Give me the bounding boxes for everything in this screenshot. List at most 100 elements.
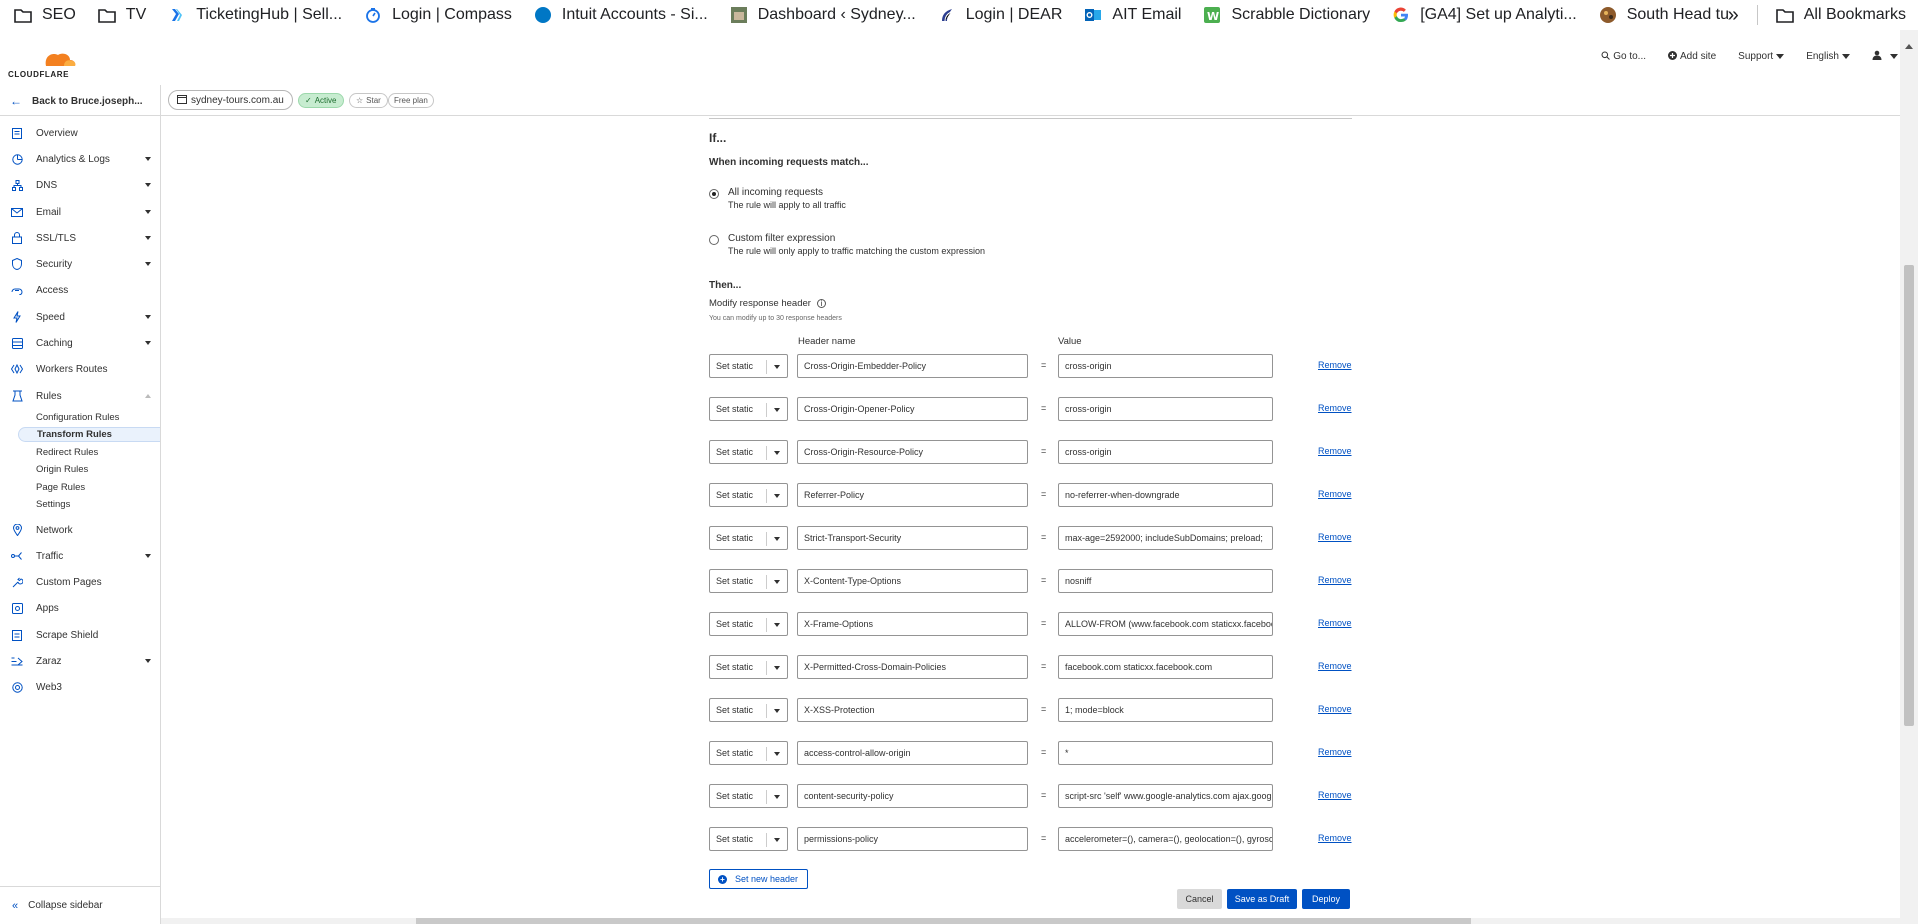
operation-select[interactable]: Set static bbox=[709, 569, 788, 593]
header-value-input[interactable]: facebook.com staticxx.facebook.com bbox=[1058, 655, 1273, 679]
operation-select[interactable]: Set static bbox=[709, 655, 788, 679]
deploy-button[interactable]: Deploy bbox=[1302, 889, 1350, 909]
header-name-input[interactable]: Cross-Origin-Embedder-Policy bbox=[797, 354, 1028, 378]
sidebar-item-ssl-tls[interactable]: SSL/TLS bbox=[0, 228, 160, 248]
header-name-input[interactable]: permissions-policy bbox=[797, 827, 1028, 851]
sidebar-subitem-origin-rules[interactable]: Origin Rules bbox=[18, 462, 160, 477]
operation-select[interactable]: Set static bbox=[709, 784, 788, 808]
operation-select[interactable]: Set static bbox=[709, 741, 788, 765]
sidebar-item-traffic[interactable]: Traffic bbox=[0, 546, 160, 566]
bookmark-compass[interactable]: Login | Compass bbox=[364, 6, 512, 24]
header-value-input[interactable]: ALLOW-FROM (www.facebook.com staticxx.fa… bbox=[1058, 612, 1273, 636]
bookmarks-overflow-button[interactable]: » bbox=[1728, 4, 1739, 27]
sidebar-subitem-configuration-rules[interactable]: Configuration Rules bbox=[18, 410, 160, 425]
sidebar-item-caching[interactable]: Caching bbox=[0, 333, 160, 353]
bookmark-ait-email[interactable]: AIT Email bbox=[1084, 6, 1181, 24]
sidebar-item-network[interactable]: Network bbox=[0, 520, 160, 540]
remove-header-link[interactable]: Remove bbox=[1318, 704, 1352, 714]
sidebar-item-security[interactable]: Security bbox=[0, 254, 160, 274]
bookmark-dashboard[interactable]: Dashboard ‹ Sydney... bbox=[730, 6, 916, 24]
sidebar-item-analytics[interactable]: Analytics & Logs bbox=[0, 149, 160, 169]
scroll-up-arrow-icon[interactable] bbox=[1905, 44, 1913, 49]
sidebar-item-zaraz[interactable]: Zaraz bbox=[0, 651, 160, 671]
goto-button[interactable]: Go to... bbox=[1601, 51, 1646, 63]
domain-selector[interactable]: sydney-tours.com.au bbox=[168, 90, 293, 110]
operation-select[interactable]: Set static bbox=[709, 827, 788, 851]
header-value-input[interactable]: accelerometer=(), camera=(), geolocation… bbox=[1058, 827, 1273, 851]
remove-header-link[interactable]: Remove bbox=[1318, 747, 1352, 757]
info-icon[interactable]: i bbox=[816, 299, 826, 308]
remove-header-link[interactable]: Remove bbox=[1318, 403, 1352, 413]
sidebar-item-dns[interactable]: DNS bbox=[0, 175, 160, 195]
operation-select[interactable]: Set static bbox=[709, 526, 788, 550]
header-name-input[interactable]: access-control-allow-origin bbox=[797, 741, 1028, 765]
header-name-input[interactable]: Cross-Origin-Resource-Policy bbox=[797, 440, 1028, 464]
bookmark-ga4[interactable]: [GA4] Set up Analyti... bbox=[1392, 6, 1577, 24]
sidebar-item-overview[interactable]: Overview bbox=[0, 123, 160, 143]
sidebar-item-workers-routes[interactable]: Workers Routes bbox=[0, 359, 160, 379]
header-value-input[interactable]: nosniff bbox=[1058, 569, 1273, 593]
remove-header-link[interactable]: Remove bbox=[1318, 790, 1352, 800]
star-button[interactable]: ☆ Star bbox=[349, 93, 388, 108]
sidebar-item-scrape-shield[interactable]: Scrape Shield bbox=[0, 625, 160, 645]
header-value-input[interactable]: cross-origin bbox=[1058, 440, 1273, 464]
radio-all-incoming-requests[interactable]: All incoming requests The rule will appl… bbox=[709, 187, 846, 210]
header-value-input[interactable]: 1; mode=block bbox=[1058, 698, 1273, 722]
sidebar-item-email[interactable]: Email bbox=[0, 202, 160, 222]
sidebar-item-speed[interactable]: Speed bbox=[0, 307, 160, 327]
sidebar-item-apps[interactable]: Apps bbox=[0, 598, 160, 618]
header-name-input[interactable]: X-Frame-Options bbox=[797, 612, 1028, 636]
remove-header-link[interactable]: Remove bbox=[1318, 575, 1352, 585]
set-new-header-button[interactable]: + Set new header bbox=[709, 869, 808, 889]
sidebar-subitem-redirect-rules[interactable]: Redirect Rules bbox=[18, 445, 160, 460]
header-value-input[interactable]: cross-origin bbox=[1058, 354, 1273, 378]
language-dropdown[interactable]: English bbox=[1806, 51, 1850, 62]
header-value-input[interactable]: * bbox=[1058, 741, 1273, 765]
bookmark-intuit[interactable]: Intuit Accounts - Si... bbox=[534, 6, 708, 24]
cancel-button[interactable]: Cancel bbox=[1177, 889, 1222, 909]
back-to-account-link[interactable]: ← Back to Bruce.joseph... bbox=[10, 94, 143, 108]
horizontal-scrollbar[interactable] bbox=[161, 918, 1900, 924]
header-name-input[interactable]: Referrer-Policy bbox=[797, 483, 1028, 507]
radio-custom-filter-expression[interactable]: Custom filter expression The rule will o… bbox=[709, 233, 985, 256]
remove-header-link[interactable]: Remove bbox=[1318, 360, 1352, 370]
sidebar-item-rules[interactable]: Rules bbox=[0, 386, 160, 406]
operation-select[interactable]: Set static bbox=[709, 483, 788, 507]
sidebar-subitem-transform-rules[interactable]: Transform Rules bbox=[18, 427, 160, 442]
all-bookmarks-button[interactable]: All Bookmarks bbox=[1804, 6, 1906, 24]
bookmark-dear[interactable]: Login | DEAR bbox=[938, 6, 1062, 24]
operation-select[interactable]: Set static bbox=[709, 440, 788, 464]
vertical-scrollbar-thumb[interactable] bbox=[1904, 265, 1914, 726]
header-name-input[interactable]: content-security-policy bbox=[797, 784, 1028, 808]
plan-badge[interactable]: Free plan bbox=[388, 93, 434, 108]
operation-select[interactable]: Set static bbox=[709, 612, 788, 636]
sidebar-item-custom-pages[interactable]: Custom Pages bbox=[0, 572, 160, 592]
remove-header-link[interactable]: Remove bbox=[1318, 489, 1352, 499]
sidebar-item-web3[interactable]: Web3 bbox=[0, 677, 160, 697]
header-name-input[interactable]: Cross-Origin-Opener-Policy bbox=[797, 397, 1028, 421]
operation-select[interactable]: Set static bbox=[709, 397, 788, 421]
collapse-sidebar-button[interactable]: « Collapse sidebar bbox=[0, 886, 160, 924]
header-value-input[interactable]: no-referrer-when-downgrade bbox=[1058, 483, 1273, 507]
header-value-input[interactable]: script-src 'self' www.google-analytics.c… bbox=[1058, 784, 1273, 808]
add-site-button[interactable]: Add site bbox=[1668, 50, 1716, 63]
operation-select[interactable]: Set static bbox=[709, 354, 788, 378]
sidebar-subitem-page-rules[interactable]: Page Rules bbox=[18, 480, 160, 495]
sidebar-item-access[interactable]: Access bbox=[0, 280, 160, 300]
header-value-input[interactable]: cross-origin bbox=[1058, 397, 1273, 421]
vertical-scrollbar[interactable] bbox=[1900, 30, 1918, 924]
remove-header-link[interactable]: Remove bbox=[1318, 833, 1352, 843]
sidebar-subitem-settings[interactable]: Settings bbox=[18, 497, 160, 512]
remove-header-link[interactable]: Remove bbox=[1318, 618, 1352, 628]
operation-select[interactable]: Set static bbox=[709, 698, 788, 722]
header-name-input[interactable]: Strict-Transport-Security bbox=[797, 526, 1028, 550]
save-as-draft-button[interactable]: Save as Draft bbox=[1227, 889, 1297, 909]
header-value-input[interactable]: max-age=2592000; includeSubDomains; prel… bbox=[1058, 526, 1273, 550]
remove-header-link[interactable]: Remove bbox=[1318, 661, 1352, 671]
header-name-input[interactable]: X-Content-Type-Options bbox=[797, 569, 1028, 593]
radio-button[interactable] bbox=[709, 235, 719, 245]
bookmark-ticketinghub[interactable]: TicketingHub | Sell... bbox=[168, 6, 342, 24]
header-name-input[interactable]: X-Permitted-Cross-Domain-Policies bbox=[797, 655, 1028, 679]
remove-header-link[interactable]: Remove bbox=[1318, 532, 1352, 542]
cloudflare-logo[interactable]: CLOUDFLARE bbox=[8, 46, 78, 79]
